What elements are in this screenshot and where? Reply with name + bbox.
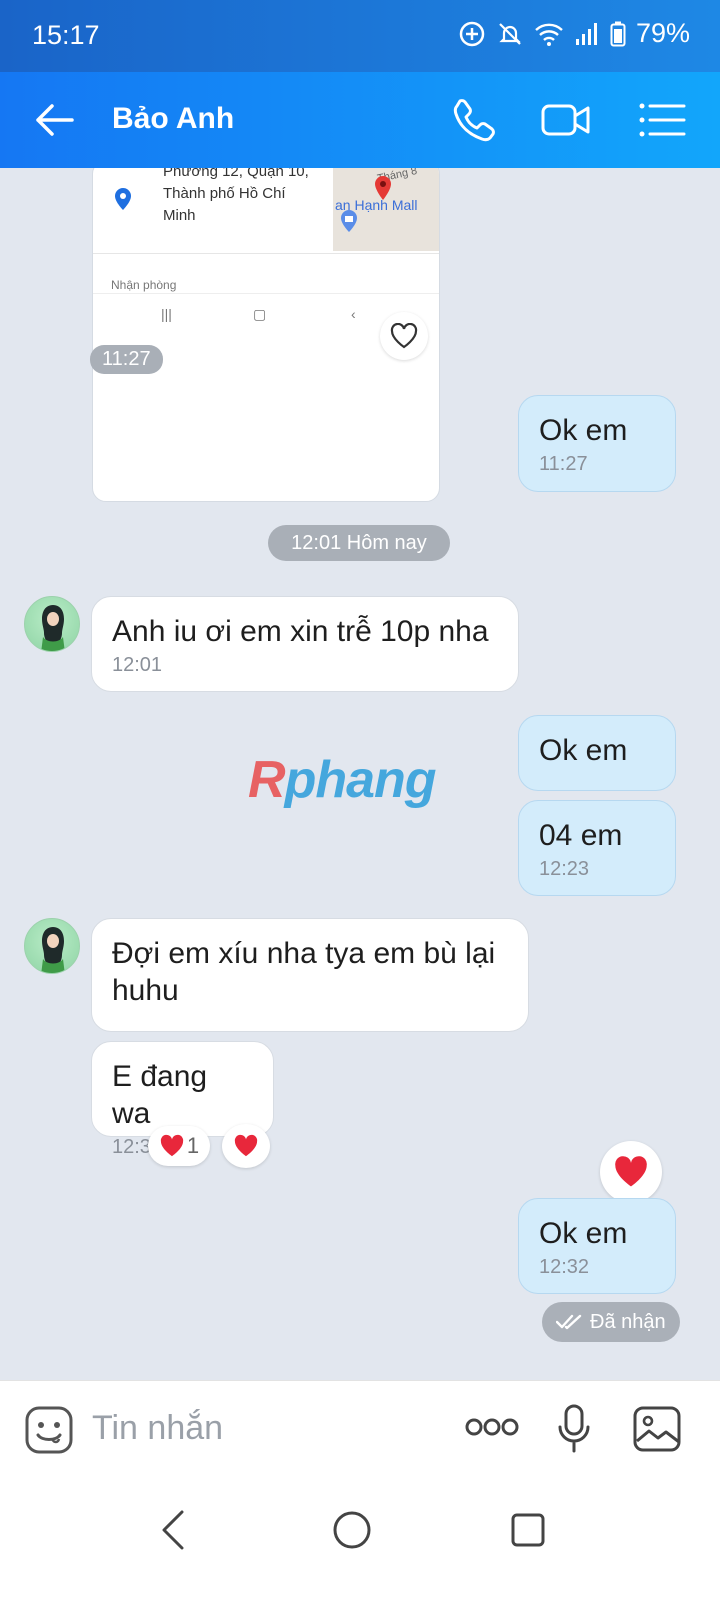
microphone-icon[interactable] (556, 1403, 592, 1455)
avatar-girl-icon (41, 927, 65, 973)
card-divider (93, 253, 439, 254)
map-marker-icon (375, 176, 391, 200)
system-navigation-bar (0, 1478, 720, 1600)
message-bubble-outgoing[interactable]: Ok em (518, 715, 676, 791)
react-heart-button[interactable] (222, 1124, 270, 1168)
message-text: Ok em (539, 1217, 628, 1250)
heart-filled-icon (234, 1134, 258, 1157)
mute-icon (499, 22, 521, 45)
message-bubble-outgoing[interactable]: Ok em 11:27 (518, 395, 676, 492)
status-bar: 15:17 79% (0, 0, 720, 72)
wifi-icon (535, 23, 563, 46)
gallery-icon[interactable] (632, 1405, 682, 1453)
delivery-status-text: Đã nhận (590, 1310, 666, 1333)
shopping-bag-icon (341, 210, 357, 232)
message-bubble-incoming[interactable]: Anh iu ơi em xin trễ 10p nha 12:01 (91, 596, 519, 692)
contact-avatar[interactable] (24, 596, 80, 652)
address-text: Phường 12, Quận 10, Thành phố Hồ Chí Min… (163, 168, 328, 227)
nav-back-icon[interactable] (146, 1500, 206, 1560)
reaction-heart-big[interactable] (600, 1141, 662, 1203)
heart-filled-icon (615, 1156, 647, 1187)
map-thumbnail: Tháng 8 an Hạnh Mall (333, 168, 439, 251)
recent-apps-icon: ||| (161, 306, 172, 322)
message-time: 12:32 (539, 1256, 590, 1278)
more-options-icon[interactable] (464, 1417, 520, 1437)
message-text: 04 em (539, 819, 623, 852)
message-bubble-outgoing[interactable]: 04 em 12:23 (518, 800, 676, 896)
menu-list-icon[interactable] (636, 94, 688, 146)
message-text: E đang wa (112, 1060, 208, 1130)
message-input-bar: Tin nhắn (0, 1380, 720, 1478)
phone-call-icon[interactable] (448, 94, 500, 146)
message-bubble-outgoing[interactable]: Ok em 12:32 (518, 1198, 676, 1294)
back-chevron-icon: ‹ (351, 306, 356, 322)
message-input[interactable]: Tin nhắn (92, 1409, 223, 1448)
battery-percent: 79% (635, 18, 690, 48)
heart-filled-icon (160, 1134, 184, 1157)
watermark-logo: Rphang (248, 750, 437, 810)
message-bubble-incoming[interactable]: E đang wa 12:30 (91, 1041, 274, 1158)
back-arrow-icon[interactable] (30, 98, 78, 142)
message-time: 12:01 (112, 654, 163, 676)
delivery-status-badge: Đã nhận (542, 1302, 680, 1342)
contact-name[interactable]: Bảo Anh (112, 102, 234, 136)
address-line: Phường 12, Quận 10, (163, 168, 309, 180)
chat-thread[interactable]: Phường 12, Quận 10, Thành phố Hồ Chí Min… (0, 168, 720, 1408)
nav-recents-icon[interactable] (498, 1500, 558, 1560)
watermark-initial: R (248, 751, 286, 809)
avatar-girl-icon (41, 605, 65, 651)
message-text: Anh iu ơi em xin trễ 10p nha (112, 615, 489, 648)
message-time: 12:23 (539, 858, 590, 880)
message-text: Ok em (539, 734, 628, 767)
address-line: Minh (163, 207, 196, 224)
watermark-text: phang (284, 751, 437, 809)
message-text: Đợi em xíu nha tya em bù lại huhu (112, 937, 496, 1007)
heart-outline-icon (390, 323, 418, 349)
status-icons: 79% (458, 18, 690, 49)
home-icon: ▢ (253, 306, 267, 322)
double-check-icon (556, 1314, 582, 1330)
chat-header: Bảo Anh (0, 72, 720, 168)
signal-icon (575, 22, 597, 45)
address-line: Thành phố Hồ Chí (163, 185, 286, 202)
location-pin-icon (115, 188, 131, 210)
battery-icon (610, 21, 626, 46)
video-call-icon[interactable] (540, 94, 592, 146)
message-time: 11:27 (539, 453, 588, 475)
status-time: 15:17 (32, 20, 100, 50)
date-divider: 12:01 Hôm nay (268, 525, 450, 561)
nav-home-icon[interactable] (322, 1500, 382, 1560)
sticker-icon[interactable] (24, 1405, 74, 1455)
contact-avatar[interactable] (24, 918, 80, 974)
reaction-count: 1 (186, 1133, 200, 1158)
room-label: Nhận phòng (111, 278, 177, 292)
react-heart-button[interactable] (380, 312, 428, 360)
data-saver-icon (459, 21, 485, 46)
message-bubble-incoming[interactable]: Đợi em xíu nha tya em bù lại huhu (91, 918, 529, 1032)
reaction-count-badge[interactable]: 1 (148, 1126, 210, 1166)
message-time-pill: 11:27 (90, 345, 163, 374)
message-text: Ok em (539, 414, 628, 447)
